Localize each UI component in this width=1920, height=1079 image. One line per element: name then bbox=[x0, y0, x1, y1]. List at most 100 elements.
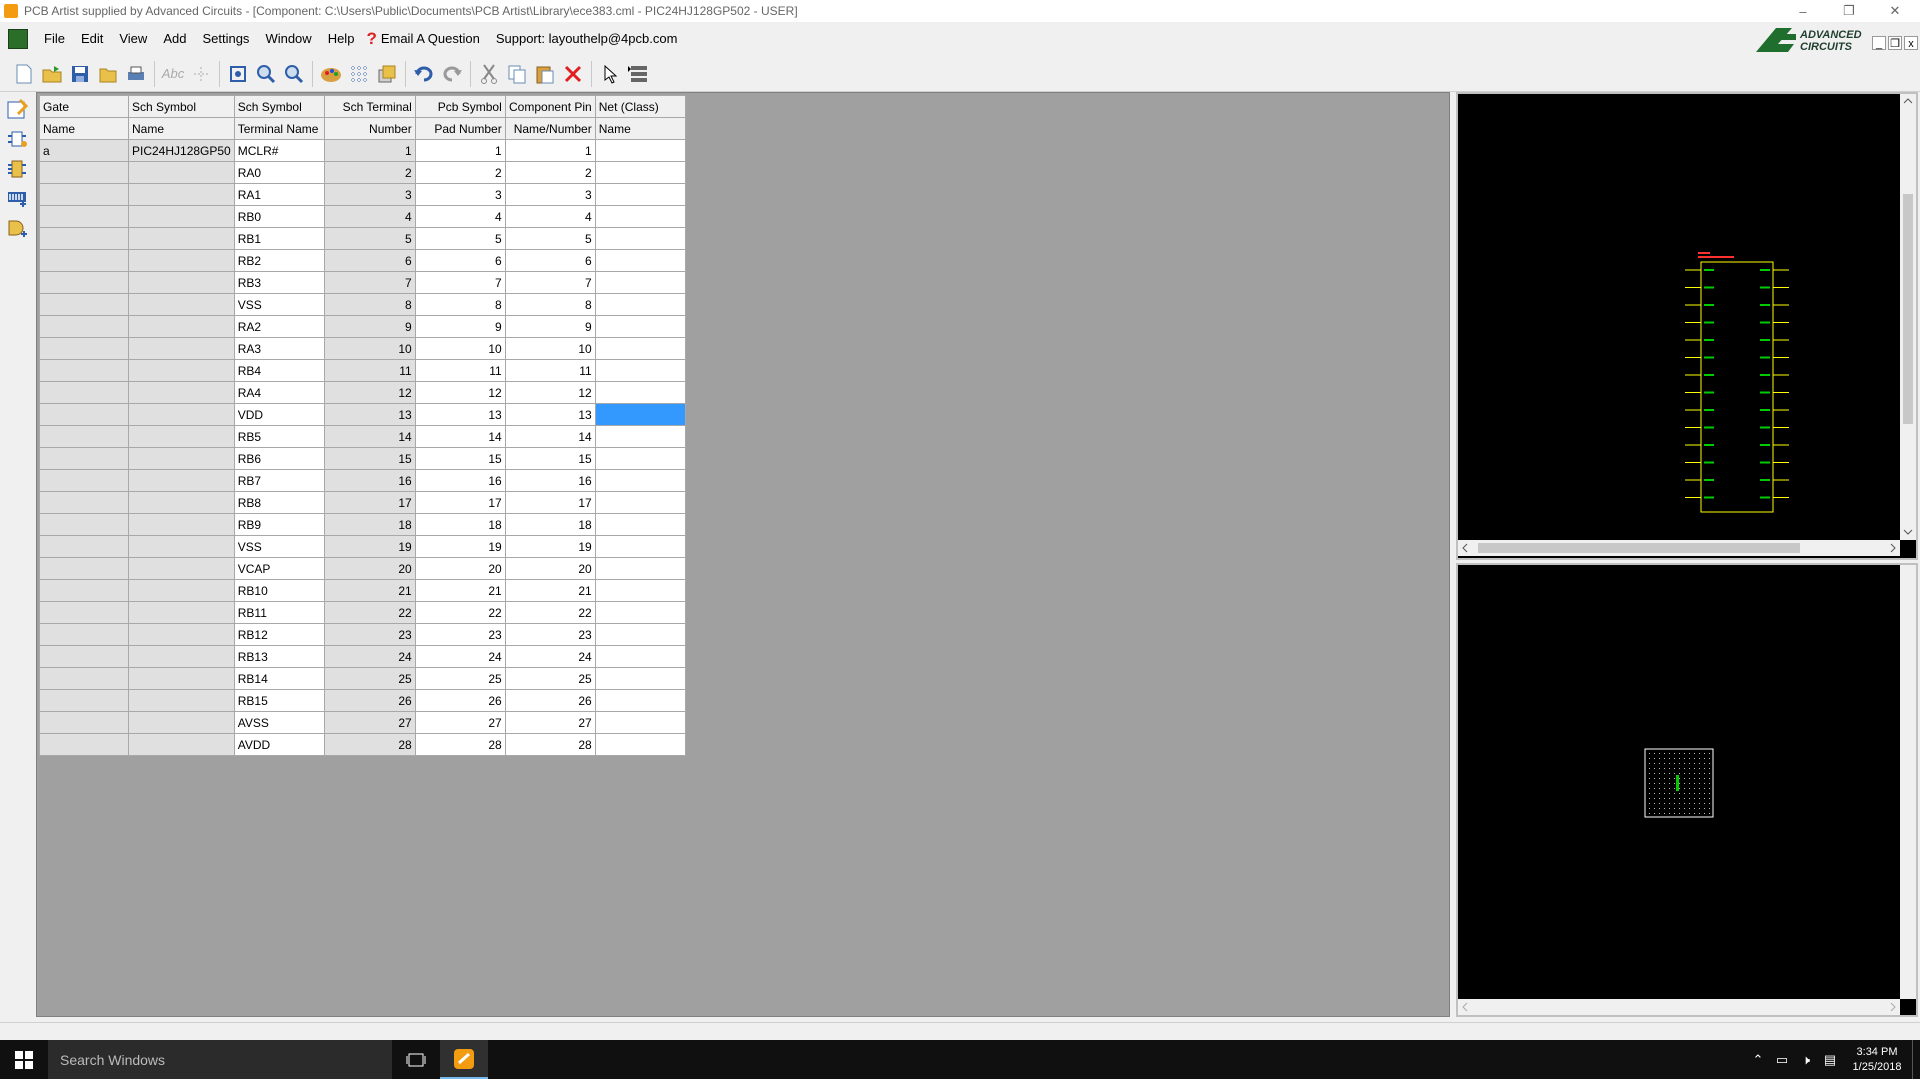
gate-name-cell[interactable] bbox=[39, 535, 129, 558]
net-name-cell[interactable] bbox=[594, 513, 686, 536]
terminal-number-cell[interactable]: 9 bbox=[323, 315, 416, 338]
symbol-name-cell[interactable] bbox=[128, 667, 235, 690]
pad-number-cell[interactable]: 17 bbox=[414, 491, 506, 514]
zoom-in-icon[interactable] bbox=[252, 60, 280, 88]
symbol-name-cell[interactable] bbox=[128, 469, 235, 492]
terminal-name-cell[interactable]: RB3 bbox=[233, 271, 325, 294]
pad-number-cell[interactable]: 23 bbox=[414, 623, 506, 646]
gate-name-cell[interactable] bbox=[39, 667, 129, 690]
terminal-number-cell[interactable]: 24 bbox=[323, 645, 416, 668]
net-name-cell[interactable] bbox=[594, 403, 686, 426]
terminal-name-cell[interactable]: RB6 bbox=[233, 447, 325, 470]
terminal-number-cell[interactable]: 14 bbox=[323, 425, 416, 448]
taskbar-clock[interactable]: 3:34 PM 1/25/2018 bbox=[1842, 1045, 1912, 1075]
table-row[interactable]: a PIC24HJ128GP50 MCLR# 1 1 1 bbox=[39, 139, 686, 162]
gate-name-cell[interactable] bbox=[39, 469, 129, 492]
pad-number-cell[interactable]: 1 bbox=[414, 139, 506, 162]
open-folder-icon[interactable] bbox=[38, 60, 66, 88]
table-row[interactable]: RA0 2 2 2 bbox=[39, 161, 686, 184]
mdi-restore-button[interactable]: ❐ bbox=[1888, 36, 1902, 50]
terminal-name-cell[interactable]: VSS bbox=[233, 293, 325, 316]
terminal-number-cell[interactable]: 27 bbox=[323, 711, 416, 734]
symbol-name-cell[interactable] bbox=[128, 293, 235, 316]
colors-palette-icon[interactable] bbox=[317, 60, 345, 88]
pin-number-cell[interactable]: 19 bbox=[504, 535, 596, 558]
net-name-cell[interactable] bbox=[594, 557, 686, 580]
table-row[interactable]: AVSS 27 27 27 bbox=[39, 711, 686, 734]
table-row[interactable]: VCAP 20 20 20 bbox=[39, 557, 686, 580]
window-restore-button[interactable]: ❐ bbox=[1826, 0, 1872, 22]
gate-name-cell[interactable] bbox=[39, 579, 129, 602]
pin-number-cell[interactable]: 13 bbox=[504, 403, 596, 426]
net-name-cell[interactable] bbox=[594, 249, 686, 272]
pin-number-cell[interactable]: 9 bbox=[504, 315, 596, 338]
pad-number-cell[interactable]: 25 bbox=[414, 667, 506, 690]
net-name-cell[interactable] bbox=[594, 139, 686, 162]
table-row[interactable]: RB12 23 23 23 bbox=[39, 623, 686, 646]
pad-number-cell[interactable]: 28 bbox=[414, 733, 506, 756]
notifications-icon[interactable]: ▤ bbox=[1818, 1052, 1842, 1068]
pad-number-cell[interactable]: 15 bbox=[414, 447, 506, 470]
symbol-name-cell[interactable] bbox=[128, 711, 235, 734]
net-name-cell[interactable] bbox=[594, 733, 686, 756]
pcb-horizontal-scrollbar[interactable] bbox=[1458, 999, 1900, 1015]
net-name-cell[interactable] bbox=[594, 205, 686, 228]
net-name-cell[interactable] bbox=[594, 491, 686, 514]
net-name-cell[interactable] bbox=[594, 689, 686, 712]
terminal-number-cell[interactable]: 2 bbox=[323, 161, 416, 184]
net-name-cell[interactable] bbox=[594, 535, 686, 558]
cut-icon[interactable] bbox=[475, 60, 503, 88]
pin-number-cell[interactable]: 25 bbox=[504, 667, 596, 690]
pcb-artist-taskbar-icon[interactable] bbox=[440, 1040, 488, 1079]
terminal-name-cell[interactable]: RB8 bbox=[233, 491, 325, 514]
pin-number-cell[interactable]: 10 bbox=[504, 337, 596, 360]
terminal-name-cell[interactable]: RA3 bbox=[233, 337, 325, 360]
symbol-name-cell[interactable]: PIC24HJ128GP50 bbox=[128, 139, 235, 162]
symbol-name-cell[interactable] bbox=[128, 271, 235, 294]
gate-name-cell[interactable] bbox=[39, 491, 129, 514]
mdi-close-button[interactable]: x bbox=[1904, 36, 1918, 50]
table-row[interactable]: RA2 9 9 9 bbox=[39, 315, 686, 338]
new-file-icon[interactable] bbox=[10, 60, 38, 88]
column-subheader-net-name[interactable]: Name bbox=[594, 117, 686, 140]
column-subheader-name-number[interactable]: Name/Number bbox=[504, 117, 596, 140]
pad-number-cell[interactable]: 3 bbox=[414, 183, 506, 206]
table-row[interactable]: VDD 13 13 13 bbox=[39, 403, 686, 426]
pad-number-cell[interactable]: 18 bbox=[414, 513, 506, 536]
terminal-number-cell[interactable]: 26 bbox=[323, 689, 416, 712]
pad-number-cell[interactable]: 16 bbox=[414, 469, 506, 492]
net-name-cell[interactable] bbox=[594, 359, 686, 382]
symbol-name-cell[interactable] bbox=[128, 513, 235, 536]
net-name-cell[interactable] bbox=[594, 425, 686, 448]
net-name-cell[interactable] bbox=[594, 381, 686, 404]
volume-mute-icon[interactable]: 🕨 bbox=[1794, 1052, 1818, 1068]
pin-number-cell[interactable]: 3 bbox=[504, 183, 596, 206]
gate-name-cell[interactable] bbox=[39, 711, 129, 734]
symbol-name-cell[interactable] bbox=[128, 183, 235, 206]
symbol-name-cell[interactable] bbox=[128, 249, 235, 272]
network-icon[interactable]: ▭ bbox=[1770, 1052, 1794, 1068]
net-name-cell[interactable] bbox=[594, 227, 686, 250]
terminal-number-cell[interactable]: 21 bbox=[323, 579, 416, 602]
terminal-name-cell[interactable]: RB11 bbox=[233, 601, 325, 624]
pad-number-cell[interactable]: 11 bbox=[414, 359, 506, 382]
symbol-name-cell[interactable] bbox=[128, 403, 235, 426]
pad-number-cell[interactable]: 5 bbox=[414, 227, 506, 250]
table-row[interactable]: RB10 21 21 21 bbox=[39, 579, 686, 602]
chevron-up-icon[interactable]: ⌃ bbox=[1746, 1052, 1770, 1068]
terminal-number-cell[interactable]: 19 bbox=[323, 535, 416, 558]
symbol-name-cell[interactable] bbox=[128, 227, 235, 250]
gate-name-cell[interactable] bbox=[39, 337, 129, 360]
net-name-cell[interactable] bbox=[594, 315, 686, 338]
column-subheader-terminal-name[interactable]: Terminal Name bbox=[233, 117, 325, 140]
table-row[interactable]: RB3 7 7 7 bbox=[39, 271, 686, 294]
table-row[interactable]: AVDD 28 28 28 bbox=[39, 733, 686, 756]
table-row[interactable]: RB0 4 4 4 bbox=[39, 205, 686, 228]
component-properties-icon[interactable] bbox=[4, 96, 30, 122]
pad-number-cell[interactable]: 20 bbox=[414, 557, 506, 580]
save-icon[interactable] bbox=[66, 60, 94, 88]
net-name-cell[interactable] bbox=[594, 183, 686, 206]
menu-add[interactable]: Add bbox=[155, 22, 194, 56]
table-row[interactable]: RB13 24 24 24 bbox=[39, 645, 686, 668]
table-row[interactable]: RB7 16 16 16 bbox=[39, 469, 686, 492]
